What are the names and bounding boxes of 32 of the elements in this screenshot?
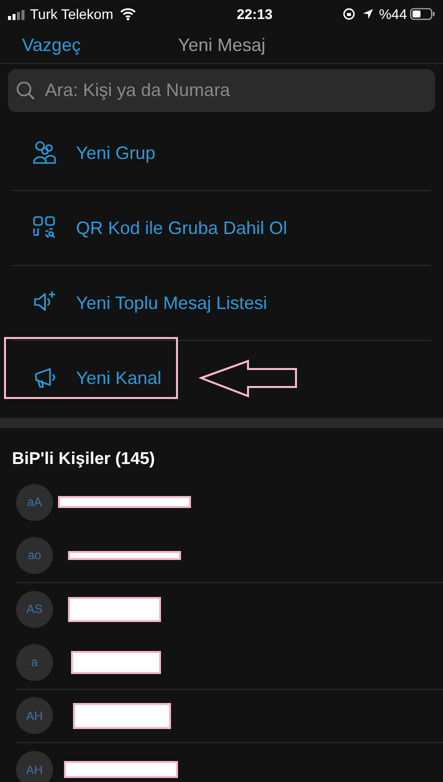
people-icon <box>32 140 58 166</box>
search-field[interactable]: Ara: Kişi ya da Numara <box>8 69 435 112</box>
contact-row[interactable]: AS <box>16 582 443 636</box>
wifi-icon <box>120 8 136 20</box>
location-icon <box>362 8 374 20</box>
screen-title: Yeni Mesaj <box>178 34 266 57</box>
arrow-icon <box>199 359 299 399</box>
contact-avatar: a <box>16 644 53 681</box>
menu-item[interactable]: Yeni Grup <box>12 116 431 191</box>
signal-icon <box>8 8 25 20</box>
contact-avatar: aA <box>16 484 53 521</box>
menu-item[interactable]: Yeni Kanal <box>12 341 431 416</box>
battery-percent: %44 <box>378 4 407 24</box>
contact-row[interactable]: a <box>16 636 443 690</box>
qr-code-icon <box>32 215 58 241</box>
battery-icon <box>410 8 435 20</box>
search-icon <box>16 81 35 100</box>
rotation-lock-icon <box>342 8 355 20</box>
carrier-name: Turk Telekom <box>30 4 114 24</box>
clock-time: 22:13 <box>236 4 273 24</box>
contact-avatar: AH <box>16 751 53 782</box>
contact-avatar: AH <box>16 697 53 734</box>
contact-avatar: ao <box>16 536 53 574</box>
contact-row[interactable]: ao <box>16 529 443 582</box>
menu-item[interactable]: QR Kod ile Gruba Dahil Ol <box>12 191 431 266</box>
contact-row[interactable]: AH <box>16 743 443 782</box>
menu-item[interactable]: Yeni Toplu Mesaj Listesi <box>12 266 431 341</box>
contact-avatar: AS <box>16 590 53 628</box>
contact-row[interactable]: aA <box>16 476 443 529</box>
cancel-button[interactable]: Vazgeç <box>22 32 81 59</box>
contact-row[interactable]: AH <box>16 690 443 743</box>
section-header: BiP'li Kişiler (145) <box>11 448 156 470</box>
